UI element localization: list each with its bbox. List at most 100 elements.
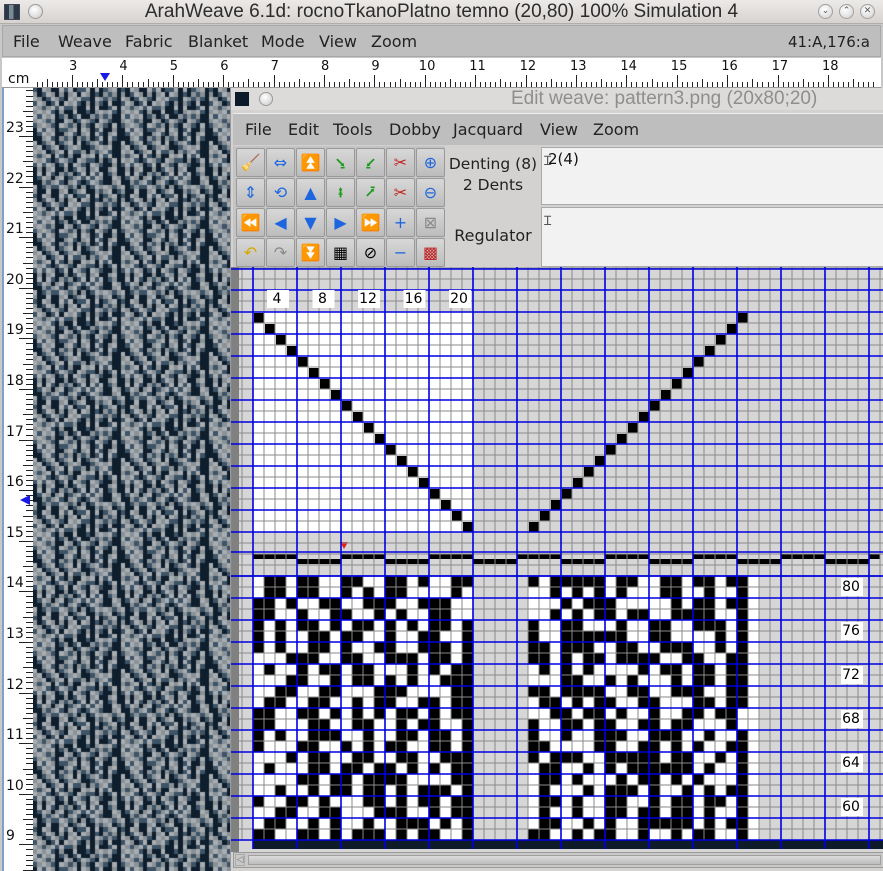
weave-cell[interactable]	[462, 697, 473, 708]
weave-cell[interactable]	[396, 807, 407, 818]
weave-cell[interactable]	[561, 598, 572, 609]
weave-cell[interactable]	[682, 653, 693, 664]
weave-cell[interactable]	[616, 587, 627, 598]
weave-cell[interactable]	[572, 807, 583, 818]
weave-cell[interactable]	[539, 719, 550, 730]
weave-cell[interactable]	[649, 697, 660, 708]
weave-cell[interactable]	[418, 686, 429, 697]
weave-cell[interactable]	[572, 774, 583, 785]
ew-menu-edit[interactable]: Edit	[288, 120, 319, 139]
weave-cell[interactable]	[572, 609, 583, 620]
weave-cell[interactable]	[451, 763, 462, 774]
weave-cell[interactable]	[319, 631, 330, 642]
weave-cell[interactable]	[297, 730, 308, 741]
weave-cell[interactable]	[638, 796, 649, 807]
weave-cell[interactable]	[737, 609, 748, 620]
weave-cell[interactable]	[374, 763, 385, 774]
weave-cell[interactable]	[682, 763, 693, 774]
weave-cell[interactable]	[660, 642, 671, 653]
weave-cell[interactable]	[550, 719, 561, 730]
weave-cell[interactable]	[726, 752, 737, 763]
threading-cell[interactable]	[419, 478, 429, 488]
weave-cell[interactable]	[451, 697, 462, 708]
weave-cell[interactable]	[682, 587, 693, 598]
weave-cell[interactable]	[693, 609, 704, 620]
weave-cell[interactable]	[440, 620, 451, 631]
weave-cell[interactable]	[671, 620, 682, 631]
weave-cell[interactable]	[528, 653, 539, 664]
weave-cell[interactable]	[572, 576, 583, 587]
weave-cell[interactable]	[528, 763, 539, 774]
weave-cell[interactable]	[451, 609, 462, 620]
weave-cell[interactable]	[605, 576, 616, 587]
weave-cell[interactable]	[341, 741, 352, 752]
weave-cell[interactable]	[341, 719, 352, 730]
denting-mark[interactable]	[506, 559, 517, 564]
weave-cell[interactable]	[264, 664, 275, 675]
weave-cell[interactable]	[583, 818, 594, 829]
weave-cell[interactable]	[374, 620, 385, 631]
weave-cell[interactable]	[429, 708, 440, 719]
weave-cell[interactable]	[352, 818, 363, 829]
horizontal-scrollbar[interactable]: ◁	[233, 852, 883, 868]
weave-cell[interactable]	[638, 818, 649, 829]
weave-cell[interactable]	[605, 675, 616, 686]
weave-cell[interactable]	[418, 609, 429, 620]
weave-cell[interactable]	[704, 697, 715, 708]
weave-cell[interactable]	[363, 796, 374, 807]
weave-cell[interactable]	[627, 609, 638, 620]
weave-cell[interactable]	[737, 818, 748, 829]
weave-cell[interactable]	[429, 631, 440, 642]
weave-cell[interactable]	[418, 730, 429, 741]
weave-cell[interactable]	[319, 620, 330, 631]
weave-cell[interactable]	[440, 829, 451, 840]
weave-cell[interactable]	[583, 620, 594, 631]
weave-cell[interactable]	[275, 752, 286, 763]
weave-cell[interactable]	[253, 587, 264, 598]
weave-cell[interactable]	[528, 796, 539, 807]
weave-cell[interactable]	[407, 807, 418, 818]
weave-cell[interactable]	[264, 719, 275, 730]
threading-cell[interactable]	[727, 324, 737, 334]
weave-cell[interactable]	[572, 631, 583, 642]
weave-cell[interactable]	[352, 576, 363, 587]
weave-cell[interactable]	[462, 796, 473, 807]
weave-cell[interactable]	[286, 587, 297, 598]
weave-cell[interactable]	[715, 587, 726, 598]
weave-cell[interactable]	[363, 686, 374, 697]
weave-cell[interactable]	[319, 774, 330, 785]
weave-cell[interactable]	[638, 785, 649, 796]
weave-cell[interactable]	[275, 763, 286, 774]
weave-cell[interactable]	[363, 642, 374, 653]
weave-cell[interactable]	[594, 631, 605, 642]
weave-cell[interactable]	[671, 763, 682, 774]
weave-cell[interactable]	[264, 620, 275, 631]
weave-cell[interactable]	[297, 763, 308, 774]
weave-cell[interactable]	[715, 796, 726, 807]
weave-cell[interactable]	[561, 697, 572, 708]
weave-cell[interactable]	[440, 741, 451, 752]
weave-cell[interactable]	[561, 807, 572, 818]
weave-cell[interactable]	[572, 741, 583, 752]
edit-weave-window-icon[interactable]	[235, 92, 249, 106]
cut-top-icon[interactable]: ✂	[386, 148, 415, 177]
weave-cell[interactable]	[352, 741, 363, 752]
weave-cell[interactable]	[275, 631, 286, 642]
weave-cell[interactable]	[352, 785, 363, 796]
weave-cell[interactable]	[286, 752, 297, 763]
weave-cell[interactable]	[693, 752, 704, 763]
weave-cell[interactable]	[319, 697, 330, 708]
weave-cell[interactable]	[594, 686, 605, 697]
weave-cell[interactable]	[451, 829, 462, 840]
weave-cell[interactable]	[704, 642, 715, 653]
weave-cell[interactable]	[715, 730, 726, 741]
weave-cell[interactable]	[341, 653, 352, 664]
weave-cell[interactable]	[341, 774, 352, 785]
weave-cell[interactable]	[583, 653, 594, 664]
weave-cell[interactable]	[330, 752, 341, 763]
threading-cell[interactable]	[430, 489, 440, 499]
weave-cell[interactable]	[682, 807, 693, 818]
weave-cell[interactable]	[737, 719, 748, 730]
denting-mark[interactable]	[594, 559, 605, 564]
weave-cell[interactable]	[363, 785, 374, 796]
